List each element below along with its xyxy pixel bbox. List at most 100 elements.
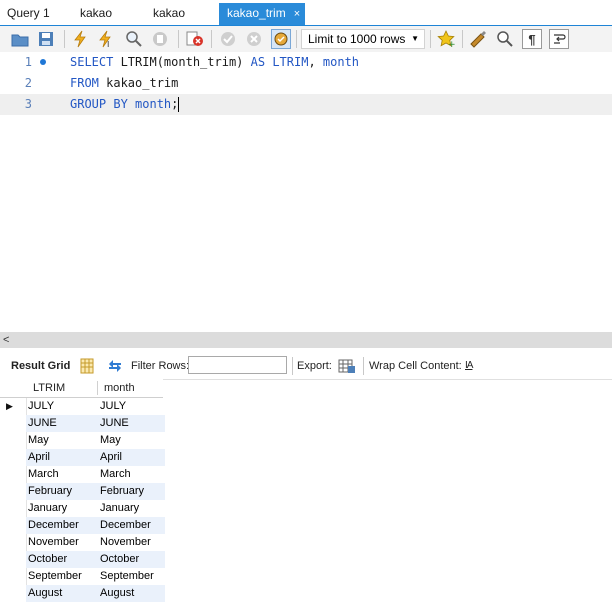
cell-ltrim[interactable]: November (26, 534, 98, 551)
filter-rows-label: Filter Rows: (131, 360, 190, 372)
tab-label: Query 1 (7, 6, 50, 20)
row-indicator[interactable] (0, 500, 27, 517)
row-indicator[interactable] (0, 568, 27, 585)
table-row[interactable]: August August (0, 585, 165, 602)
cell-ltrim[interactable]: March (26, 466, 98, 483)
row-indicator[interactable] (0, 534, 27, 551)
row-indicator[interactable] (0, 466, 27, 483)
cell-ltrim[interactable]: August (26, 585, 98, 602)
table-row[interactable]: January January (0, 500, 163, 517)
svg-text:+: + (448, 40, 455, 48)
table-row[interactable]: December December (0, 517, 165, 534)
limit-rows-select[interactable]: Limit to 1000 rows ▼ (301, 29, 425, 49)
cell-ltrim[interactable]: JUNE (26, 415, 98, 432)
code-line: GROUP BY month; (70, 97, 180, 112)
cell-ltrim[interactable]: September (26, 568, 98, 585)
result-grid: LTRIM month ▶ JULY JULY JUNE JUNE May May April… (0, 379, 165, 602)
save-icon[interactable] (36, 29, 56, 49)
rollback-icon[interactable] (244, 29, 264, 49)
row-indicator[interactable] (0, 483, 27, 500)
find-icon[interactable] (495, 29, 515, 49)
limit-rows-value: Limit to 1000 rows (308, 32, 406, 46)
cell-ltrim[interactable]: May (26, 432, 98, 449)
execute-icon[interactable] (70, 29, 90, 49)
cell-month[interactable]: September (98, 568, 165, 585)
row-indicator[interactable] (0, 517, 27, 534)
tab-label: kakao_trim (227, 6, 286, 20)
cell-ltrim[interactable]: October (26, 551, 98, 568)
row-indicator[interactable] (0, 415, 27, 432)
editor-horizontal-scrollbar[interactable]: < (0, 332, 612, 348)
commit-icon[interactable] (218, 29, 238, 49)
cell-ltrim[interactable]: December (26, 517, 98, 534)
row-indicator[interactable] (0, 449, 27, 466)
text-caret (178, 97, 180, 112)
wrap-cell-label: Wrap Cell Content: (369, 360, 462, 372)
tab-kakao[interactable]: kakao (80, 3, 112, 25)
explain-icon[interactable] (124, 29, 144, 49)
cell-ltrim[interactable]: April (26, 449, 98, 466)
table-row[interactable]: September September (0, 568, 163, 585)
cell-month[interactable]: March (98, 466, 165, 483)
favorite-icon[interactable]: + (436, 29, 456, 49)
sql-editor-toolbar: I Limit to 1000 rows ▼ + ¶ (0, 26, 612, 53)
invisible-chars-icon[interactable]: ¶ (522, 29, 542, 49)
row-indicator[interactable] (0, 585, 27, 602)
table-row[interactable]: March March (0, 466, 163, 483)
stop-icon[interactable] (150, 29, 170, 49)
cell-month[interactable]: April (98, 449, 165, 466)
export-icon[interactable] (337, 356, 357, 376)
result-grid-label[interactable]: Result Grid (11, 353, 70, 379)
cell-month[interactable]: December (98, 517, 165, 534)
wrap-cell-icon[interactable]: IA (465, 353, 474, 379)
row-indicator[interactable] (0, 432, 27, 449)
cell-month[interactable]: JUNE (98, 415, 165, 432)
grid-header: LTRIM month (0, 379, 163, 398)
table-row[interactable]: October October (0, 551, 165, 568)
beautify-icon[interactable] (468, 29, 488, 49)
column-header-ltrim[interactable]: LTRIM (33, 379, 65, 397)
editor-line: 2 FROM kakao_trim (0, 73, 612, 94)
editor-line-current: 3 GROUP BY month; (0, 94, 612, 115)
filter-rows-input[interactable] (188, 356, 287, 374)
cell-month[interactable]: November (98, 534, 165, 551)
cell-month[interactable]: January (98, 500, 165, 517)
sql-editor[interactable]: 1 SELECT LTRIM(month_trim) AS LTRIM, mon… (0, 52, 612, 332)
table-row[interactable]: February February (0, 483, 165, 500)
cell-month[interactable]: JULY (98, 398, 165, 415)
current-row-arrow-icon: ▶ (6, 401, 13, 411)
row-indicator[interactable] (0, 551, 27, 568)
cell-ltrim[interactable]: JULY (26, 398, 98, 415)
tab-label: kakao (80, 6, 113, 20)
tab-kakao-2[interactable]: kakao (153, 3, 185, 25)
table-row[interactable]: April April (0, 449, 165, 466)
cell-ltrim[interactable]: February (26, 483, 98, 500)
code-line: FROM kakao_trim (70, 76, 179, 90)
toggle-error-icon[interactable] (185, 29, 205, 49)
execute-current-icon[interactable]: I (96, 29, 116, 49)
grid-view-icon[interactable] (77, 356, 97, 376)
autocommit-icon[interactable] (271, 29, 291, 49)
cell-month[interactable]: February (98, 483, 165, 500)
tab-label: kakao (153, 6, 186, 20)
tab-kakao-trim[interactable]: kakao_trim × (219, 3, 305, 25)
row-indicator[interactable]: ▶ (0, 398, 27, 415)
table-row[interactable]: November November (0, 534, 163, 551)
cell-ltrim[interactable]: January (26, 500, 98, 517)
tab-query-1[interactable]: Query 1 (7, 3, 50, 25)
cell-month[interactable]: August (98, 585, 165, 602)
cell-month[interactable]: May (98, 432, 165, 449)
open-folder-icon[interactable] (10, 29, 30, 49)
wrap-icon[interactable] (549, 29, 569, 49)
tab-close-icon[interactable]: × (294, 4, 300, 25)
grid-body: ▶ JULY JULY JUNE JUNE May May April April March Ma… (0, 398, 165, 602)
editor-line: 1 SELECT LTRIM(month_trim) AS LTRIM, mon… (0, 52, 612, 73)
table-row[interactable]: JUNE JUNE (0, 415, 165, 432)
chevron-down-icon: ▼ (411, 34, 419, 43)
column-header-month[interactable]: month (104, 379, 135, 397)
scroll-left-arrow-icon[interactable]: < (3, 332, 9, 348)
table-row[interactable]: ▶ JULY JULY (0, 398, 163, 415)
table-row[interactable]: May May (0, 432, 163, 449)
cell-month[interactable]: October (98, 551, 165, 568)
refresh-icon[interactable] (105, 356, 125, 376)
